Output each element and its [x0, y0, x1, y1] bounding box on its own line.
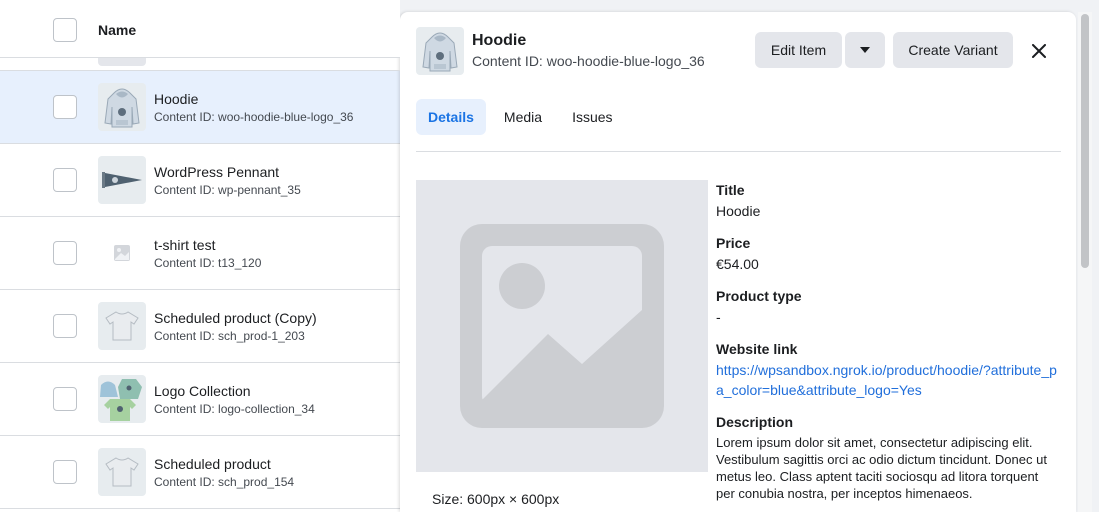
hoodie-icon — [98, 83, 146, 131]
product-content-id: Content ID: t13_120 — [154, 256, 262, 270]
details-fields: Title Hoodie Price €54.00 Product type -… — [716, 182, 1058, 502]
product-title: Scheduled product (Copy) — [154, 310, 317, 326]
tshirt-icon — [98, 302, 146, 350]
product-title: Hoodie — [154, 91, 199, 107]
image-placeholder-icon — [98, 229, 146, 277]
row-checkbox[interactable] — [53, 95, 77, 119]
product-content-id: Content ID: logo-collection_34 — [154, 402, 315, 416]
list-item[interactable]: WordPress Pennant Content ID: wp-pennant… — [0, 144, 400, 217]
row-checkbox[interactable] — [53, 387, 77, 411]
select-all-checkbox[interactable] — [53, 18, 77, 42]
name-column-header[interactable]: Name — [98, 22, 136, 38]
scrollbar-thumb[interactable] — [1081, 14, 1089, 268]
website-link-label: Website link — [716, 341, 798, 357]
edit-item-button[interactable]: Edit Item — [755, 32, 842, 68]
price-label: Price — [716, 235, 751, 251]
list-item[interactable]: t-shirt test Content ID: t13_120 — [0, 217, 400, 290]
list-item[interactable]: Scheduled product (Copy) Content ID: sch… — [0, 290, 400, 363]
price-value: €54.00 — [716, 256, 759, 272]
website-link[interactable]: https://wpsandbox.ngrok.io/product/hoodi… — [716, 360, 1058, 400]
product-title: Scheduled product — [154, 456, 271, 472]
panel-title: Hoodie — [472, 32, 527, 49]
tshirt-icon — [98, 448, 146, 496]
product-content-id: Content ID: sch_prod_154 — [154, 475, 295, 489]
title-value: Hoodie — [716, 203, 761, 219]
caret-down-icon — [860, 47, 870, 53]
create-variant-button[interactable]: Create Variant — [893, 32, 1013, 68]
image-placeholder-icon[interactable] — [416, 180, 708, 472]
pennant-icon — [98, 156, 146, 204]
description-label: Description — [716, 414, 794, 430]
row-checkbox[interactable] — [53, 241, 77, 265]
row-checkbox[interactable] — [53, 314, 77, 338]
product-title: WordPress Pennant — [154, 164, 280, 180]
product-list: Name Hoodie Content ID: woo-hoodie-blue-… — [0, 0, 400, 512]
panel-content-id: Content ID: woo-hoodie-blue-logo_36 — [472, 53, 705, 69]
logo-collection-icon — [98, 375, 146, 423]
description-value: Lorem ipsum dolor sit amet, consectetur … — [716, 435, 1047, 501]
detail-tabs: Details Media Issues — [416, 99, 625, 135]
edit-options-dropdown-button[interactable] — [845, 32, 885, 68]
item-detail-panel: Hoodie Content ID: woo-hoodie-blue-logo_… — [400, 12, 1076, 512]
product-content-id: Content ID: sch_prod-1_203 — [154, 329, 305, 343]
product-content-id: Content ID: woo-hoodie-blue-logo_36 — [154, 110, 354, 124]
tab-issues[interactable]: Issues — [560, 99, 624, 135]
product-title: t-shirt test — [154, 237, 216, 253]
row-checkbox[interactable] — [53, 168, 77, 192]
tab-media[interactable]: Media — [492, 99, 554, 135]
image-size: Size: 600px × 600px — [432, 491, 560, 507]
hoodie-icon — [416, 27, 464, 75]
tab-details[interactable]: Details — [416, 99, 486, 135]
product-type-value: - — [716, 309, 721, 325]
list-item[interactable]: Hoodie Content ID: woo-hoodie-blue-logo_… — [0, 71, 400, 144]
list-item[interactable]: Logo Collection Content ID: logo-collect… — [0, 363, 400, 436]
title-label: Title — [716, 182, 745, 198]
divider — [416, 151, 1061, 152]
list-item[interactable]: Scheduled product Content ID: sch_prod_1… — [0, 436, 400, 509]
row-checkbox[interactable] — [53, 460, 77, 484]
close-icon[interactable] — [1027, 39, 1051, 63]
list-header: Name — [0, 0, 400, 58]
product-type-label: Product type — [716, 288, 802, 304]
product-content-id: Content ID: wp-pennant_35 — [154, 183, 301, 197]
product-title: Logo Collection — [154, 383, 251, 399]
